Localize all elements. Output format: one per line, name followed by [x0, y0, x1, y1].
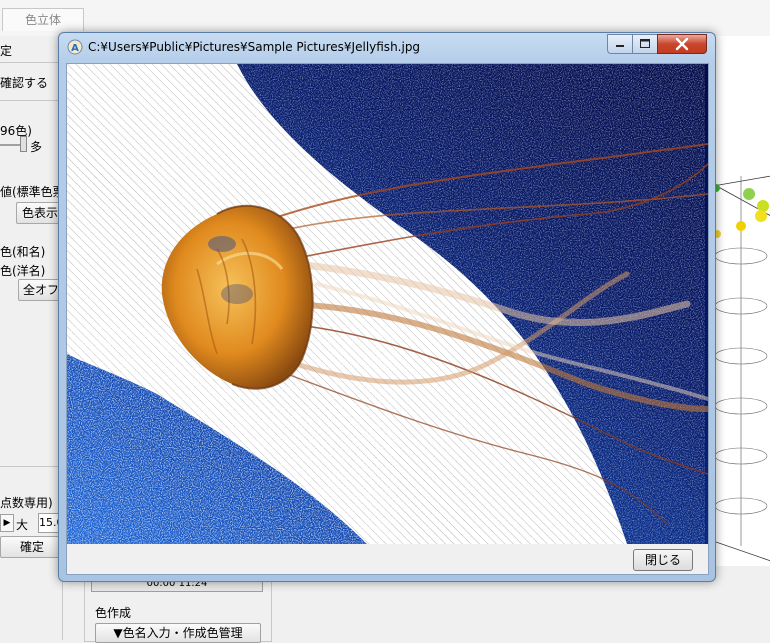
window-title: C:¥Users¥Public¥Pictures¥Sample Pictures…: [88, 40, 421, 54]
color-solid-view[interactable]: [712, 36, 770, 566]
close-button[interactable]: 閉じる: [633, 549, 693, 571]
slider-thumb[interactable]: [20, 136, 27, 152]
color-manage-button[interactable]: ▼色名入力・作成色管理: [95, 623, 261, 643]
size-label: 大: [16, 518, 29, 532]
slider-track[interactable]: [0, 144, 22, 146]
spin-right-icon[interactable]: ▶: [0, 514, 14, 532]
western-name-label[interactable]: 色(洋名): [0, 262, 45, 279]
close-window-button[interactable]: [657, 34, 707, 54]
color-creation-label: 色作成: [95, 606, 132, 620]
confirm-checkbox-label[interactable]: 確認する: [0, 74, 48, 91]
color-display-button[interactable]: 色表示: [16, 202, 64, 224]
divider: [0, 466, 62, 467]
minimize-button[interactable]: [607, 34, 633, 54]
app-icon: A: [67, 39, 83, 55]
slider-label-many: 多: [30, 140, 43, 154]
minimize-icon: [608, 35, 632, 53]
close-icon: [658, 35, 706, 53]
maximize-icon: [633, 35, 657, 53]
window-client-area: 閉じる: [66, 63, 709, 575]
points-only-label: 点数専用): [0, 496, 53, 510]
svg-text:A: A: [71, 43, 79, 54]
confirm-button[interactable]: 確定: [0, 536, 64, 558]
maximize-button[interactable]: [632, 34, 658, 54]
japanese-name-label[interactable]: 色(和名): [0, 243, 45, 260]
image-viewer-window: A C:¥Users¥Public¥Pictures¥Sample Pictur…: [58, 32, 716, 582]
title-bar[interactable]: A C:¥Users¥Public¥Pictures¥Sample Pictur…: [59, 33, 715, 61]
toolbar-tab-color-solid[interactable]: 色立体: [2, 8, 84, 31]
left-side-panel: 定 確認する 96色) 多 値(標準色票 色表示 色(和名) 色(洋名) 全オフ…: [0, 36, 65, 640]
standard-color-label: 値(標準色票: [0, 185, 65, 199]
color-count-label: 96色): [0, 124, 32, 138]
jellyfish-image: [67, 64, 708, 544]
divider: [0, 100, 62, 101]
divider: [0, 62, 62, 63]
color-creation-panel: 00:00 11:24 色作成 ▼色名入力・作成色管理: [84, 578, 272, 643]
left-panel-label: 定: [0, 44, 13, 58]
